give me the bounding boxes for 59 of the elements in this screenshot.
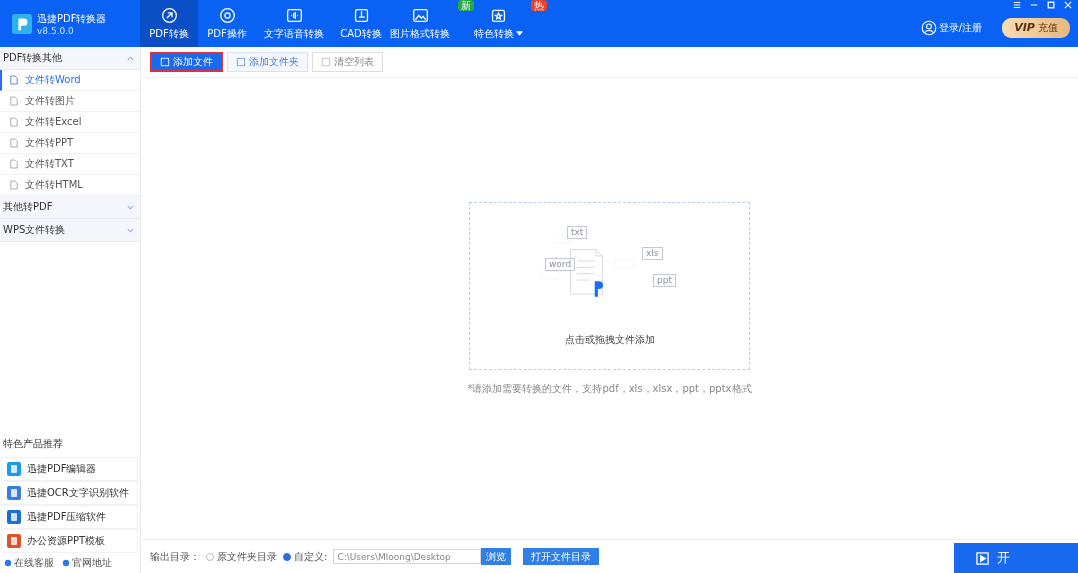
sidebar-group[interactable]: PDF转换其他: [0, 47, 140, 70]
drop-prompt: 点击或拖拽文件添加: [563, 332, 656, 347]
app-version: v8.5.0.0: [37, 25, 75, 36]
app-logo-icon: [12, 13, 32, 34]
nav-tab[interactable]: PDF操作: [198, 0, 256, 47]
sidebar-item[interactable]: 文件转PPT: [0, 133, 140, 154]
file-icon: [10, 180, 18, 190]
tab-badge: 新: [458, 0, 474, 11]
sidebar-item[interactable]: 文件转Excel: [0, 112, 140, 133]
cad-icon: [352, 6, 370, 24]
file-icon: [10, 75, 18, 85]
chevron-icon: [127, 227, 134, 233]
footer-link[interactable]: 在线客服: [4, 556, 54, 570]
drop-zone[interactable]: txt word xls ppt 点击或拖拽文件添加: [469, 201, 750, 370]
file-icon: [10, 96, 18, 106]
radio-option[interactable]: 原文件夹目录: [206, 549, 277, 564]
nav-tab[interactable]: PDF转换: [140, 0, 198, 47]
sidebar-item[interactable]: 文件转Word: [0, 70, 140, 91]
radio-option[interactable]: 自定义:: [283, 549, 328, 564]
nav-tab[interactable]: 文字语音转换: [256, 0, 332, 47]
image-icon: [411, 6, 429, 24]
chevron-icon: [127, 204, 134, 210]
play-icon: [976, 551, 989, 565]
product-link[interactable]: 迅捷OCR文字识别软件: [1, 481, 138, 505]
menu-icon[interactable]: [1013, 1, 1021, 9]
toolbar-button[interactable]: 添加文件: [150, 52, 223, 72]
start-button[interactable]: 开: [954, 543, 1078, 573]
format-hint: *请添加需要转换的文件，支持pdf，xls，xlsx，ppt，pptx格式: [467, 381, 752, 396]
chevron-icon: [127, 55, 134, 61]
file-icon: [10, 138, 18, 148]
file-icon: [10, 159, 18, 169]
sound-wave-icon: [285, 6, 303, 24]
format-tag: txt: [567, 225, 588, 239]
file-icon: [10, 117, 18, 127]
footer-link[interactable]: 官网地址: [62, 556, 112, 570]
open-folder-button[interactable]: 打开文件目录: [523, 548, 600, 565]
maximize-icon[interactable]: [1047, 1, 1055, 9]
login-link[interactable]: 登录/注册: [920, 19, 983, 36]
format-tag: word: [545, 257, 576, 271]
toolbar-button[interactable]: 添加文件夹: [227, 52, 308, 72]
product-link[interactable]: 办公资源PPT模板: [1, 529, 138, 553]
sidebar-item[interactable]: 文件转图片: [0, 91, 140, 112]
browse-button[interactable]: 浏览: [481, 548, 512, 565]
disc-icon: [218, 6, 236, 24]
section-title: 特色产品推荐: [2, 437, 64, 451]
vip-button[interactable]: VIP 充值: [1002, 17, 1070, 38]
product-link[interactable]: 迅捷PDF压缩软件: [1, 505, 138, 529]
tab-badge: 热: [531, 0, 547, 11]
output-label: 输出目录：: [150, 549, 200, 564]
app-name: 迅捷PDF转换器: [37, 11, 107, 26]
sidebar-group[interactable]: WPS文件转换: [0, 219, 140, 242]
user-icon: [920, 19, 937, 36]
format-tag: xls: [642, 246, 663, 260]
sidebar-item[interactable]: 文件转TXT: [0, 154, 140, 175]
sidebar-group[interactable]: 其他转PDF: [0, 196, 140, 219]
product-link[interactable]: 迅捷PDF编辑器: [1, 457, 138, 481]
path-field[interactable]: C:\Users\Mloong\Desktop: [333, 549, 482, 564]
close-icon[interactable]: [1064, 1, 1072, 9]
format-tag: ppt: [653, 273, 676, 287]
